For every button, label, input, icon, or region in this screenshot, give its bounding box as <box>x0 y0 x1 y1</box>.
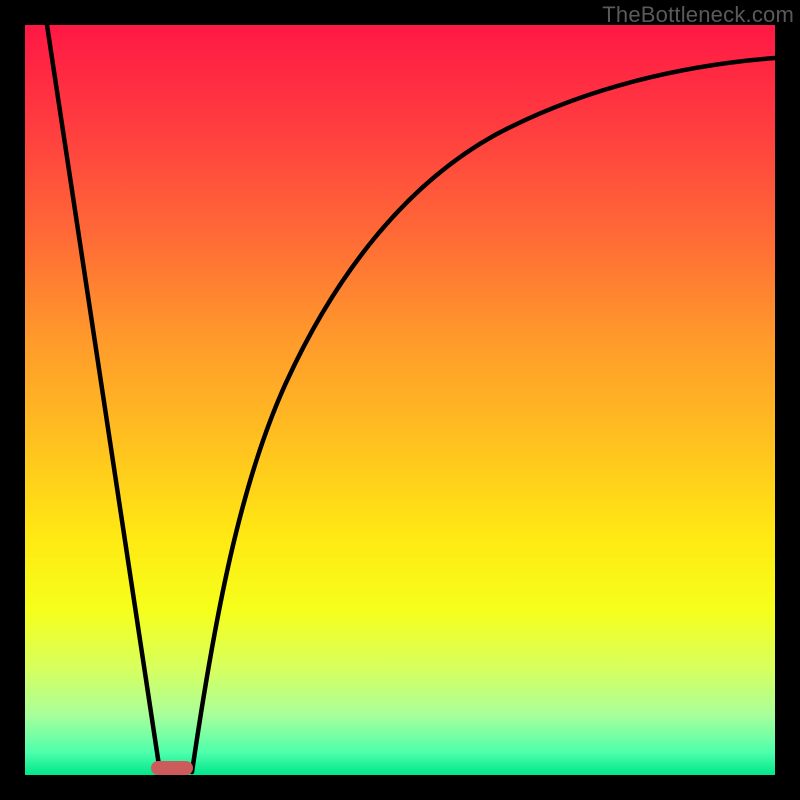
watermark-text: TheBottleneck.com <box>602 2 794 28</box>
chart-curves <box>25 25 775 775</box>
chart-frame: TheBottleneck.com <box>0 0 800 800</box>
optimal-point-marker <box>151 761 193 775</box>
curve-right-branch <box>192 58 775 772</box>
curve-left-branch <box>47 25 160 772</box>
